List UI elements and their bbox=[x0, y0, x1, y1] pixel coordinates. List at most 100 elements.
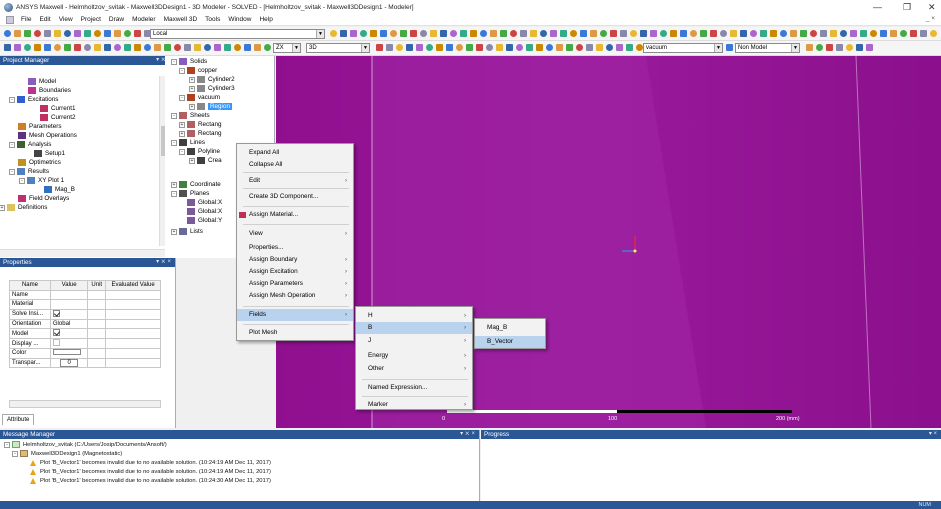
toolbar-button-icon[interactable] bbox=[826, 44, 833, 51]
prop-row[interactable]: Display ... bbox=[9, 338, 161, 349]
toolbar-button-icon[interactable] bbox=[54, 44, 61, 51]
menu-item-b-vector[interactable]: B_Vector bbox=[475, 336, 545, 348]
toolbar-button-icon[interactable] bbox=[174, 44, 181, 51]
toolbar-button-icon[interactable] bbox=[800, 30, 807, 37]
menu-item-h[interactable]: H › bbox=[356, 310, 472, 322]
tree-item-current1[interactable]: Current1 bbox=[40, 104, 76, 113]
toolbar-button-icon[interactable] bbox=[64, 30, 71, 37]
toolbar-button-icon[interactable] bbox=[700, 30, 707, 37]
menu-item-assign-excitation[interactable]: Assign Excitation › bbox=[237, 266, 353, 278]
menu-item-j[interactable]: J › bbox=[356, 335, 472, 347]
toolbar-button-icon[interactable] bbox=[900, 30, 907, 37]
toolbar-button-icon[interactable] bbox=[816, 44, 823, 51]
object-lines[interactable]: - Lines bbox=[171, 138, 205, 147]
toolbar-button-icon[interactable] bbox=[820, 30, 827, 37]
toolbar-button-icon[interactable] bbox=[410, 30, 417, 37]
expand-icon[interactable]: + bbox=[189, 76, 195, 83]
toolbar-button-icon[interactable] bbox=[526, 44, 533, 51]
menu-item-energy[interactable]: Energy › bbox=[356, 350, 472, 362]
prop-row[interactable]: Color bbox=[9, 348, 161, 359]
object-lists[interactable]: + Lists bbox=[171, 227, 203, 236]
model-checkbox[interactable] bbox=[52, 329, 60, 336]
toolbar-button-icon[interactable] bbox=[490, 30, 497, 37]
toolbar-button-icon[interactable] bbox=[426, 44, 433, 51]
transparency-input[interactable]: 0 bbox=[60, 358, 79, 367]
expand-icon[interactable]: + bbox=[171, 228, 177, 235]
toolbar-button-icon[interactable] bbox=[470, 30, 477, 37]
toolbar-button-icon[interactable] bbox=[416, 44, 423, 51]
collapse-icon[interactable]: - bbox=[171, 58, 177, 65]
object-global-x[interactable]: Global:X bbox=[187, 198, 222, 207]
menu-item-other[interactable]: Other › bbox=[356, 363, 472, 375]
object-polyline[interactable]: - Polyline bbox=[179, 147, 220, 156]
toolbar-button-icon[interactable] bbox=[44, 44, 51, 51]
toolbar-button-icon[interactable] bbox=[234, 44, 241, 51]
toolbar-button-icon[interactable] bbox=[144, 30, 151, 37]
menu-window[interactable]: Window bbox=[224, 16, 255, 23]
toolbar-button-icon[interactable] bbox=[810, 30, 817, 37]
toolbar-button-icon[interactable] bbox=[630, 30, 637, 37]
object-global-x[interactable]: Global:X bbox=[187, 207, 222, 216]
toolbar-button-icon[interactable] bbox=[154, 44, 161, 51]
collapse-icon[interactable]: - bbox=[171, 112, 177, 119]
menu-item-create-3d-component[interactable]: Create 3D Component... bbox=[237, 191, 353, 203]
tab-attribute[interactable]: Attribute bbox=[2, 414, 35, 425]
toolbar-button-icon[interactable] bbox=[24, 30, 31, 37]
prop-row[interactable]: Solve Insi... bbox=[9, 308, 161, 320]
plane-select[interactable]: ZX ▼ bbox=[273, 43, 301, 53]
toolbar-button-icon[interactable] bbox=[54, 30, 61, 37]
tree-item-mag-b[interactable]: Mag_B bbox=[44, 185, 75, 194]
toolbar-button-icon[interactable] bbox=[840, 30, 847, 37]
collapse-icon[interactable]: - bbox=[9, 96, 15, 103]
toolbar-button-icon[interactable] bbox=[910, 30, 917, 37]
toolbar-button-icon[interactable] bbox=[74, 44, 81, 51]
toolbar-button-icon[interactable] bbox=[870, 30, 877, 37]
toolbar-button-icon[interactable] bbox=[124, 30, 131, 37]
prop-row[interactable]: Material bbox=[9, 299, 161, 310]
material-select[interactable]: vacuum ▼ bbox=[643, 43, 723, 53]
toolbar-button-icon[interactable] bbox=[486, 44, 493, 51]
toolbar-button-icon[interactable] bbox=[536, 44, 543, 51]
menu-item-marker[interactable]: Marker › bbox=[356, 399, 472, 411]
expand-icon[interactable]: + bbox=[171, 181, 177, 188]
toolbar-button-icon[interactable] bbox=[626, 44, 633, 51]
toolbar-button-icon[interactable] bbox=[440, 30, 447, 37]
menu-tools[interactable]: Tools bbox=[201, 16, 224, 23]
toolbar-button-icon[interactable] bbox=[94, 30, 101, 37]
collapse-icon[interactable]: - bbox=[171, 139, 177, 146]
inner-window-controls[interactable]: _ × bbox=[926, 15, 935, 22]
tree-item-model[interactable]: Model bbox=[28, 77, 56, 86]
toolbar-button-icon[interactable] bbox=[44, 30, 51, 37]
toolbar-button-icon[interactable] bbox=[476, 44, 483, 51]
toolbar-button-icon[interactable] bbox=[600, 30, 607, 37]
toolbar-button-icon[interactable] bbox=[640, 30, 647, 37]
tree-item-definitions[interactable]: + Definitions bbox=[0, 203, 47, 212]
toolbar-button-icon[interactable] bbox=[94, 44, 101, 51]
toolbar-button-icon[interactable] bbox=[510, 30, 517, 37]
toolbar-button-icon[interactable] bbox=[34, 30, 41, 37]
toolbar-button-icon[interactable] bbox=[596, 44, 603, 51]
toolbar-button-icon[interactable] bbox=[570, 30, 577, 37]
expand-icon[interactable]: + bbox=[0, 204, 5, 211]
toolbar-button-icon[interactable] bbox=[606, 44, 613, 51]
toolbar-button-icon[interactable] bbox=[264, 44, 271, 51]
toolbar-button-icon[interactable] bbox=[114, 30, 121, 37]
toolbar-button-icon[interactable] bbox=[616, 44, 623, 51]
collapse-icon[interactable]: - bbox=[171, 190, 177, 197]
toolbar-button-icon[interactable] bbox=[24, 44, 31, 51]
toolbar-button-icon[interactable] bbox=[516, 44, 523, 51]
toolbar-button-icon[interactable] bbox=[350, 30, 357, 37]
menu-item-view[interactable]: View › bbox=[237, 228, 353, 240]
toolbar-button-icon[interactable] bbox=[890, 30, 897, 37]
toolbar-button-icon[interactable] bbox=[530, 30, 537, 37]
toolbar-button-icon[interactable] bbox=[520, 30, 527, 37]
toolbar-button-icon[interactable] bbox=[866, 44, 873, 51]
prop-row[interactable]: Orientation Global bbox=[9, 318, 161, 329]
pane-controls[interactable]: ▾ ⨯ × bbox=[460, 430, 475, 439]
collapse-icon[interactable]: - bbox=[4, 441, 10, 448]
toolbar-button-icon[interactable] bbox=[670, 30, 677, 37]
toolbar-button-icon[interactable] bbox=[4, 30, 11, 37]
maximize-button[interactable]: ❐ bbox=[903, 1, 911, 13]
toolbar-button-icon[interactable] bbox=[74, 30, 81, 37]
toolbar-button-icon[interactable] bbox=[456, 44, 463, 51]
